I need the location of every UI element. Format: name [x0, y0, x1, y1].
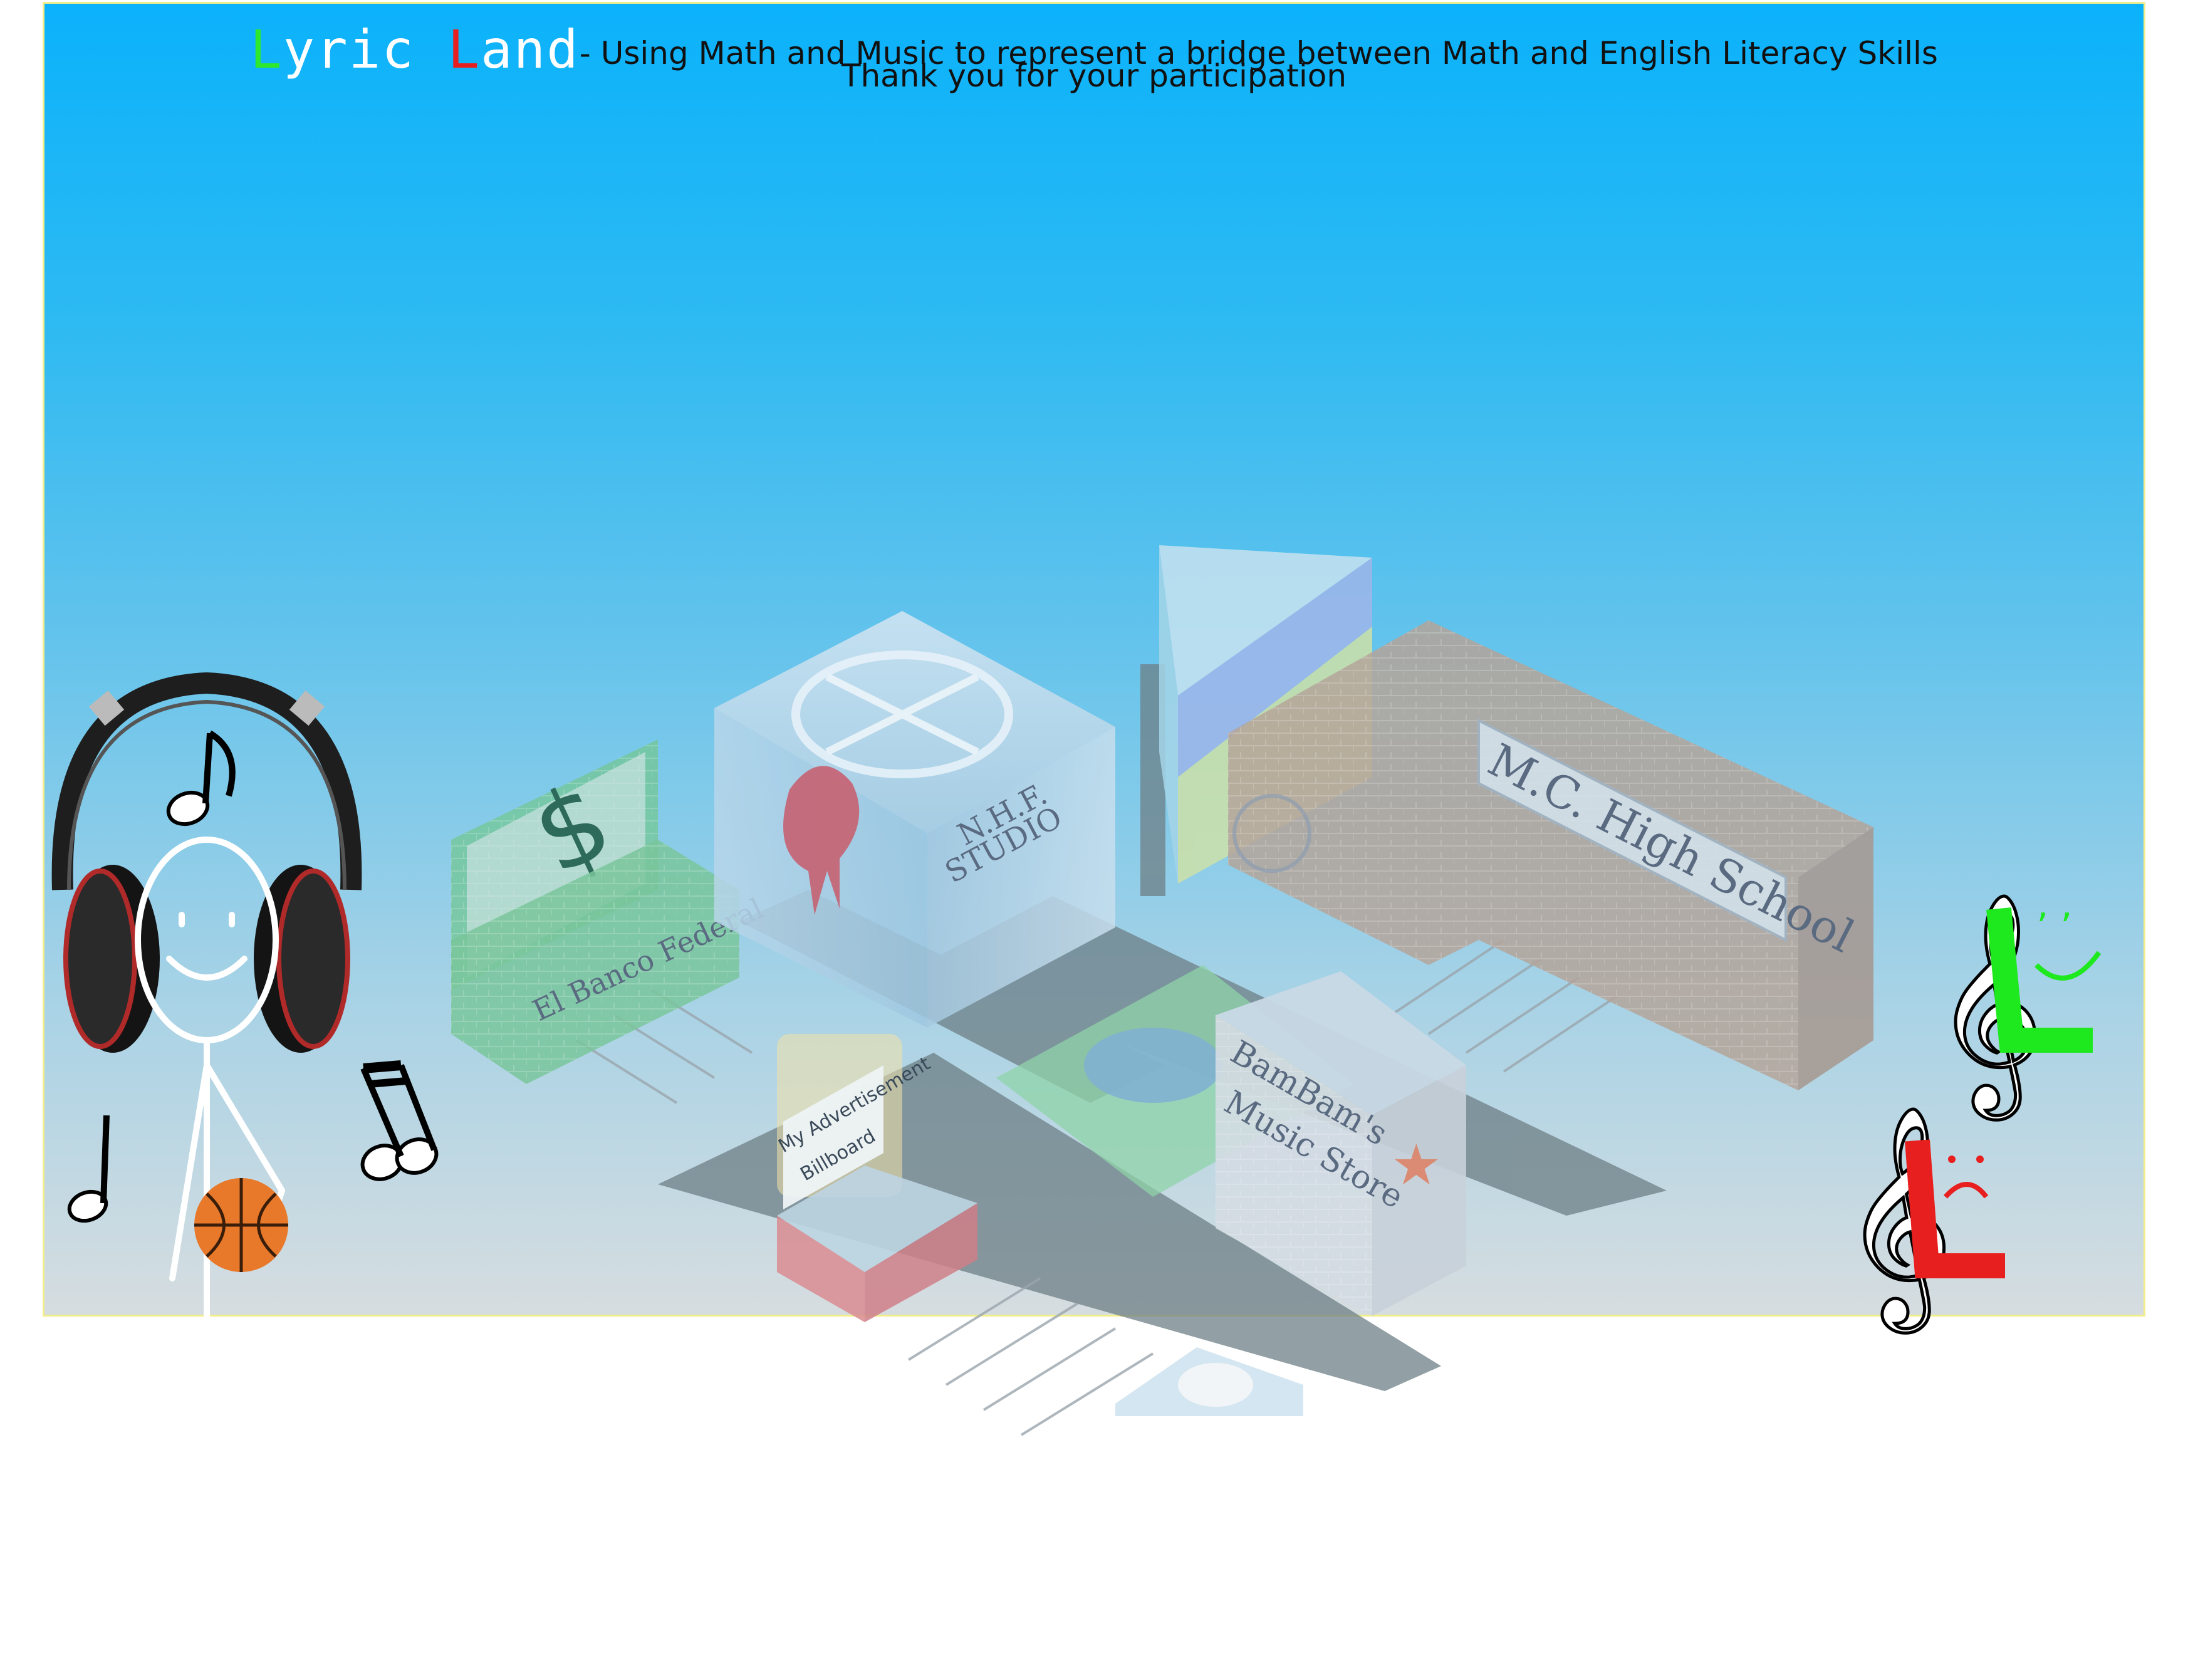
- treble-clef-happy-icon[interactable]: 𝄞 ’ ’: [1932, 890, 2102, 1123]
- svg-text:’ ’: ’ ’: [2036, 905, 2072, 949]
- basketball-icon: [194, 1178, 288, 1272]
- treble-clef-sad-icon[interactable]: 𝄞: [1841, 1103, 2005, 1336]
- eighth-notes-icon: [360, 1060, 439, 1181]
- city-scene: $ El Banco Federal N.H.F. STUDIO M.C. Hi…: [51, 545, 2102, 1436]
- svg-text:★: ★: [1391, 1132, 1442, 1198]
- lyric-land-scene: Lyric Land- Using Math and Music to repr…: [0, 0, 2188, 1680]
- svg-text:𝄞: 𝄞: [1842, 1104, 1953, 1334]
